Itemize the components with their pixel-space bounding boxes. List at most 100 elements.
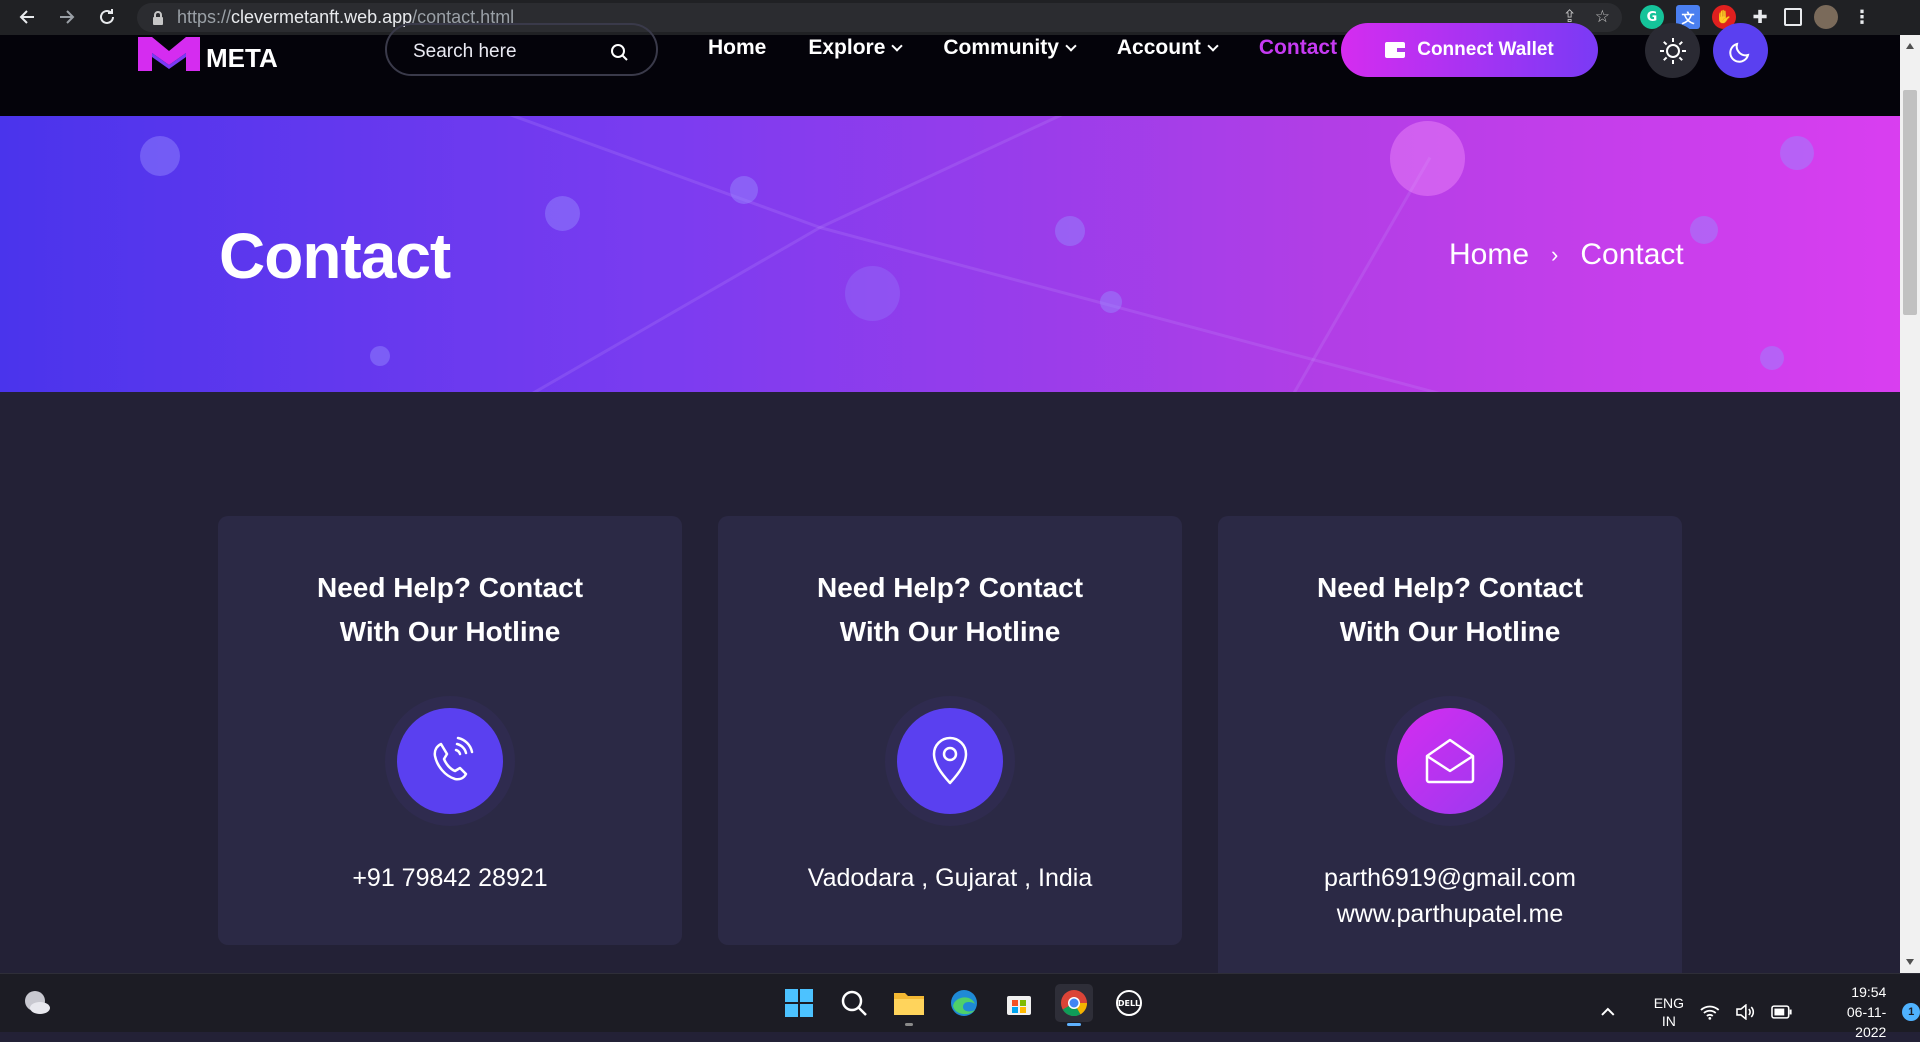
breadcrumb: Home › Contact [1449, 238, 1684, 272]
edge-icon [951, 990, 977, 1016]
reload-icon [100, 9, 114, 24]
weather-icon[interactable] [22, 988, 52, 1018]
scrollbar-thumb[interactable] [1903, 90, 1917, 315]
page-title: Contact [219, 220, 451, 292]
nav-community[interactable]: Community [943, 36, 1077, 60]
file-explorer-button[interactable] [890, 984, 928, 1026]
nav-explore-label: Explore [808, 36, 886, 59]
card-contact-info: parth6919@gmail.com www.parthupatel.me [1218, 860, 1682, 932]
chevron-down-icon [891, 39, 904, 52]
nav-explore[interactable]: Explore [808, 36, 904, 60]
card-title-line2: With Our Hotline [1339, 616, 1561, 647]
card-contact-info: +91 79842 28921 [218, 860, 682, 896]
folder-icon [894, 993, 924, 1015]
notification-badge[interactable]: 1 [1902, 1003, 1920, 1021]
search-input[interactable] [413, 41, 593, 63]
wifi-icon[interactable] [1700, 1004, 1720, 1020]
card-icon-circle [897, 708, 1003, 814]
bookmark-star-icon[interactable]: ☆ [1595, 7, 1610, 27]
nav-home-label: Home [708, 36, 767, 59]
kebab-menu-icon[interactable]: ⋮ [1850, 5, 1874, 29]
region-code: IN [1661, 1013, 1676, 1029]
taskbar-search-button[interactable] [835, 984, 873, 1022]
website-link[interactable]: www.parthupatel.me [1218, 896, 1682, 932]
card-icon-ring [1385, 696, 1515, 826]
dell-app-button[interactable]: DELL [1110, 984, 1148, 1022]
nav-contact[interactable]: Contact [1259, 36, 1337, 60]
arrow-right-icon [60, 10, 75, 24]
card-title-line1: Need Help? Contact [816, 572, 1084, 603]
store-button[interactable] [1000, 984, 1038, 1022]
card-icon-circle [1397, 708, 1503, 814]
breadcrumb-home-link[interactable]: Home [1449, 238, 1529, 272]
chrome-button[interactable] [1055, 984, 1093, 1026]
search-box[interactable] [385, 23, 658, 76]
arrow-left-icon [19, 10, 34, 24]
search-icon[interactable] [610, 43, 628, 61]
sun-icon [1659, 37, 1686, 64]
chevron-down-icon [1207, 39, 1219, 52]
phone-number[interactable]: +91 79842 28921 [218, 860, 682, 896]
card-title-line2: With Our Hotline [339, 616, 561, 647]
envelope-open-icon [1425, 738, 1475, 784]
page-scrollbar[interactable] [1900, 35, 1920, 973]
reload-button[interactable] [90, 0, 124, 34]
connect-wallet-label: Connect Wallet [1417, 39, 1554, 60]
main-nav: Home Explore Community Account Contact [708, 35, 1379, 61]
store-icon [1007, 996, 1031, 1015]
connect-wallet-button[interactable]: Connect Wallet [1341, 23, 1598, 77]
clock-date: 06-11-2022 [1846, 1004, 1887, 1040]
back-button[interactable] [10, 0, 44, 34]
card-title-line1: Need Help? Contact [1316, 572, 1584, 603]
url-scheme: https:// [177, 7, 232, 27]
forward-button[interactable] [50, 0, 84, 34]
page-banner: Contact Home › Contact [0, 116, 1900, 392]
logo-m-icon [138, 37, 200, 71]
start-button[interactable] [780, 984, 818, 1022]
phone-icon [433, 736, 474, 781]
language-code: ENG [1653, 995, 1685, 1011]
site-logo[interactable]: META [138, 35, 278, 71]
address-text: Vadodara , Gujarat , India [807, 864, 1093, 892]
card-contact-info: Vadodara , Gujarat , India [718, 860, 1182, 896]
light-mode-button[interactable] [1645, 23, 1700, 78]
chrome-icon [1061, 990, 1088, 1017]
card-title-line2: With Our Hotline [839, 616, 1061, 647]
profile-avatar[interactable] [1814, 5, 1838, 29]
volume-icon[interactable] [1735, 1004, 1756, 1020]
site-header: META Home Explore Community Account Cont… [0, 23, 1900, 116]
contact-card-phone: Need Help? Contact With Our Hotline +91 … [218, 516, 682, 945]
wallet-icon [1385, 42, 1406, 58]
logo-text: META [206, 43, 278, 73]
contact-card-email: Need Help? Contact With Our Hotline part… [1218, 516, 1682, 986]
nav-home[interactable]: Home [708, 36, 766, 60]
nav-community-label: Community [943, 36, 1059, 59]
scroll-down-arrow-icon[interactable] [1906, 959, 1914, 965]
sidepanel-icon[interactable] [1784, 8, 1802, 26]
svg-text:DELL: DELL [1118, 999, 1140, 1008]
card-icon-ring [885, 696, 1015, 826]
location-pin-icon [932, 736, 968, 785]
chevron-up-icon[interactable] [1600, 1004, 1616, 1020]
edge-browser-button[interactable] [945, 984, 983, 1022]
language-indicator[interactable]: ENG IN [1654, 994, 1684, 1030]
card-title: Need Help? Contact With Our Hotline [1218, 566, 1682, 654]
card-icon-circle [397, 708, 503, 814]
battery-icon[interactable] [1771, 1005, 1793, 1019]
chevron-down-icon [1065, 39, 1077, 52]
system-clock[interactable]: 19:54 06-11-2022 [1817, 982, 1886, 1042]
windows-taskbar: DELL ENG IN 19:54 06-11-2022 1 [0, 973, 1920, 1040]
scroll-up-arrow-icon[interactable] [1906, 43, 1914, 49]
windows-logo-icon [785, 989, 813, 1017]
email-link[interactable]: parth6919@gmail.com [1218, 860, 1682, 896]
card-title-line1: Need Help? Contact [316, 572, 584, 603]
browser-toolbar: https://clevermetanft.web.app/contact.ht… [0, 0, 1920, 35]
card-title: Need Help? Contact With Our Hotline [218, 566, 682, 654]
nav-contact-label: Contact [1258, 36, 1338, 59]
nav-account-label: Account [1116, 36, 1201, 59]
lock-icon [153, 10, 163, 25]
breadcrumb-current: Contact [1580, 238, 1684, 271]
dark-mode-button[interactable] [1713, 23, 1768, 78]
nav-account[interactable]: Account [1116, 36, 1219, 60]
search-icon [841, 990, 867, 1016]
